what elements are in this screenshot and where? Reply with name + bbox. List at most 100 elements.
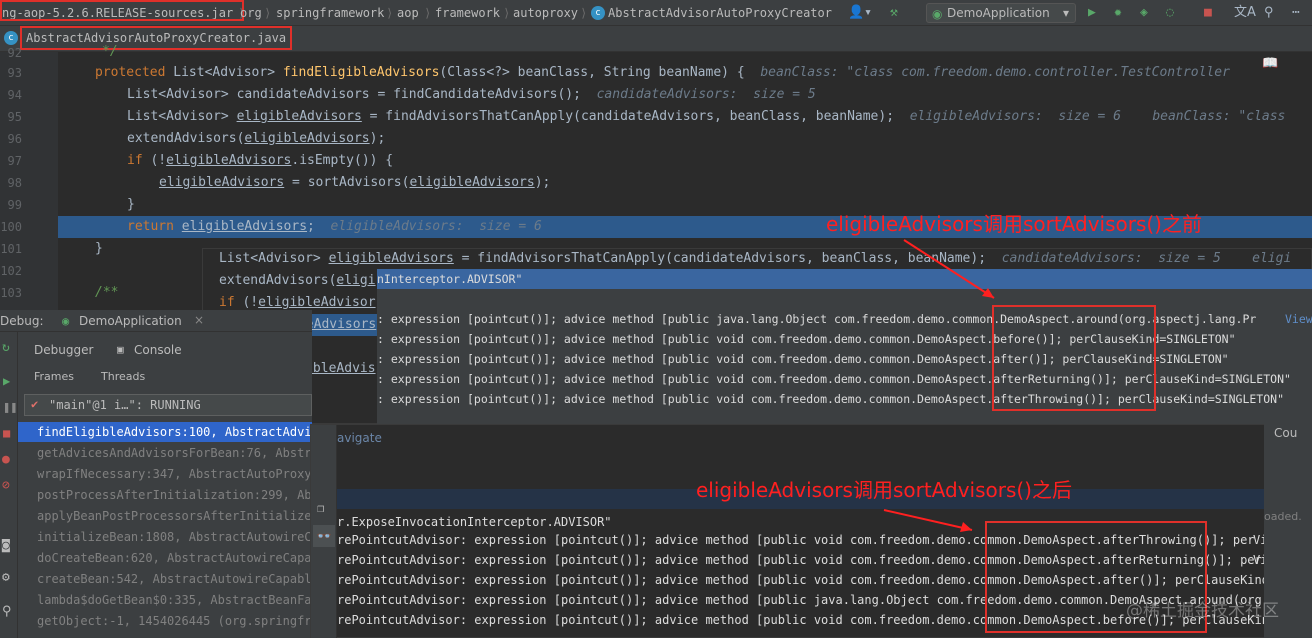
run-configuration-label: DemoApplication: [947, 6, 1050, 20]
profile-icon[interactable]: ◌: [1166, 4, 1174, 22]
tab-threads[interactable]: Threads: [101, 370, 145, 383]
pause-icon[interactable]: ❚❚: [3, 400, 17, 414]
hammer-icon[interactable]: ⚒: [890, 4, 898, 22]
debug-icon[interactable]: ✹: [1114, 4, 1122, 22]
line-number: 98: [7, 176, 22, 190]
highlight-box-before: [992, 305, 1156, 411]
debug-app-tab[interactable]: DemoApplication: [79, 314, 182, 328]
line-number: 93: [7, 66, 22, 80]
thread-select[interactable]: ✔ "main"@1 i…": RUNNING: [24, 394, 312, 416]
line-number: 95: [7, 110, 22, 124]
crumb-aop[interactable]: aop: [397, 6, 419, 20]
annotation-arrow-after: [883, 509, 973, 532]
crumb-separator: ⟩: [424, 6, 432, 20]
tab-console[interactable]: Console: [134, 343, 182, 357]
annotation-before: eligibleAdvisors调用sortAdvisors()之前: [826, 212, 1202, 236]
coverage-icon[interactable]: ◈: [1140, 4, 1148, 22]
line-number: 92: [7, 46, 22, 60]
stack-frame[interactable]: findEligibleAdvisors:100, AbstractAdvis: [37, 425, 319, 439]
navigate-link[interactable]: avigate: [337, 431, 382, 445]
code-line: protected List<Advisor> findEligibleAdvi…: [95, 65, 1230, 80]
stack-frame[interactable]: initializeBean:1808, AbstractAutowireCa: [37, 530, 319, 544]
watermark: @稀土掘金技术社区: [1126, 601, 1279, 621]
line-number: 102: [0, 264, 22, 278]
stack-frame[interactable]: lambda$doGetBean$0:335, AbstractBeanFac: [37, 593, 319, 607]
crumb-separator: ⟩: [580, 6, 588, 20]
run-icon[interactable]: ▶: [1088, 4, 1096, 22]
status-text: oaded.: [1264, 510, 1302, 523]
line-number: 103: [0, 286, 22, 300]
stack-frame[interactable]: getAdvicesAndAdvisorsForBean:76, Abstra: [37, 446, 319, 460]
line-number: 97: [7, 154, 22, 168]
gear-icon[interactable]: ⚙: [2, 570, 10, 585]
popup-header-row: r.ExposeInvocationInterceptor.ADVISOR": [337, 515, 612, 529]
stack-frame[interactable]: wrapIfNecessary:347, AbstractAutoProxyC: [37, 467, 319, 481]
debug-header: Debug: ◉ DemoApplication ×: [0, 310, 312, 332]
crumb-framework[interactable]: framework: [435, 6, 500, 20]
glasses-icon[interactable]: 👓: [313, 525, 335, 547]
stack-frame[interactable]: doCreateBean:620, AbstractAutowireCapab: [37, 551, 319, 565]
crumb-separator: ⟩: [386, 6, 394, 20]
evaluation-popup-before: List<Advisor> eligibleAdvisors = findAdv…: [202, 248, 1312, 425]
mute-breakpoints-icon[interactable]: ⊘: [2, 478, 10, 493]
debug-title: Debug:: [0, 314, 44, 328]
code-line: */: [102, 44, 118, 59]
class-icon: c: [591, 6, 605, 20]
inline-debug-value: beanClass: "class com.freedom.demo.contr…: [760, 65, 1230, 80]
camera-icon[interactable]: ◙: [2, 538, 10, 553]
stack-frame[interactable]: getObject:-1, 1454026445 (org.springfra: [37, 614, 319, 628]
editor-tab-bar: c AbstractAdvisorAutoProxyCreator.java: [0, 26, 1312, 52]
advisor-values-list[interactable]: : expression [pointcut()]; advice method…: [377, 289, 1312, 425]
popup-code-line: extendAdvisors(eligi: [219, 273, 376, 288]
close-icon[interactable]: ×: [194, 313, 204, 327]
line-number: 101: [0, 242, 22, 256]
code-line-current: return eligibleAdvisors; eligibleAdvisor…: [127, 219, 542, 234]
breakpoints-icon[interactable]: ●: [2, 452, 10, 467]
rerun-icon[interactable]: ↻: [2, 340, 10, 355]
settings-icon[interactable]: ⋯: [1292, 4, 1300, 22]
code-line: }: [127, 197, 135, 212]
crumb-class[interactable]: AbstractAdvisorAutoProxyCreator: [608, 6, 832, 20]
inline-debug-value: eligibleAdvisors: size = 6: [330, 219, 542, 234]
user-icon[interactable]: 👤▾: [848, 4, 872, 22]
crumb-separator: ⟩: [503, 6, 511, 20]
spring-icon: ◉: [932, 7, 943, 21]
code-line: }: [95, 241, 103, 256]
spring-icon: ◉: [62, 314, 70, 328]
crumb-separator: ⟩: [264, 6, 272, 20]
chevron-down-icon: ▾: [1062, 6, 1069, 20]
annotation-arrow-before: [903, 239, 995, 299]
crumb-org[interactable]: org: [240, 6, 262, 20]
tab-debugger[interactable]: Debugger: [34, 343, 93, 357]
debug-action-strip: ↻ ▶ ❚❚ ■ ● ⊘ ◙ ⚙ ⚲: [0, 332, 18, 638]
search-icon[interactable]: ⚲: [1264, 4, 1274, 22]
stack-frame[interactable]: applyBeanPostProcessorsAfterInitialize: [37, 509, 312, 523]
inline-debug-value: candidateAdvisors: size = 5: [596, 87, 816, 102]
line-gutter: 92 93 94 95 96 97 98 99 100 101 102 103: [0, 46, 58, 310]
resume-icon[interactable]: ▶: [3, 374, 10, 388]
stack-frame[interactable]: postProcessAfterInitialization:299, Abs: [37, 488, 319, 502]
inline-debug-value: eligibleAdvisors: size = 6 beanClass: "c…: [909, 109, 1286, 124]
thread-label: "main"@1 i…": RUNNING: [49, 398, 201, 412]
translate-icon[interactable]: 文A: [1234, 4, 1256, 22]
pin-icon[interactable]: ⚲: [2, 604, 12, 619]
code-line: List<Advisor> candidateAdvisors = findCa…: [127, 87, 816, 102]
debug-tool-window: Debug: ◉ DemoApplication × ↻ ▶ ❚❚ ■ ● ⊘ …: [0, 310, 319, 638]
console-icon: ▣: [117, 343, 124, 356]
code-line: if (!eligibleAdvisors.isEmpty()) {: [127, 153, 394, 168]
stack-frame[interactable]: createBean:542, AbstractAutowireCapable: [37, 572, 319, 586]
reader-mode-icon[interactable]: 📖: [1262, 56, 1278, 71]
highlight-box-jar: [0, 0, 244, 21]
copy-icon[interactable]: ❐: [317, 501, 324, 515]
crumb-autoproxy[interactable]: autoproxy: [513, 6, 578, 20]
code-line: /**: [95, 285, 119, 300]
tab-frames[interactable]: Frames: [34, 370, 74, 383]
run-configuration-select[interactable]: ◉ DemoApplication ▾: [926, 3, 1076, 23]
crumb-springframework[interactable]: springframework: [276, 6, 384, 20]
view-link[interactable]: View: [1285, 312, 1312, 326]
line-number: 94: [7, 88, 22, 102]
stop-icon[interactable]: ■: [1204, 4, 1212, 22]
check-icon: ✔: [31, 397, 39, 411]
stop-icon[interactable]: ■: [3, 426, 10, 440]
code-line: eligibleAdvisors = sortAdvisors(eligible…: [159, 175, 551, 190]
